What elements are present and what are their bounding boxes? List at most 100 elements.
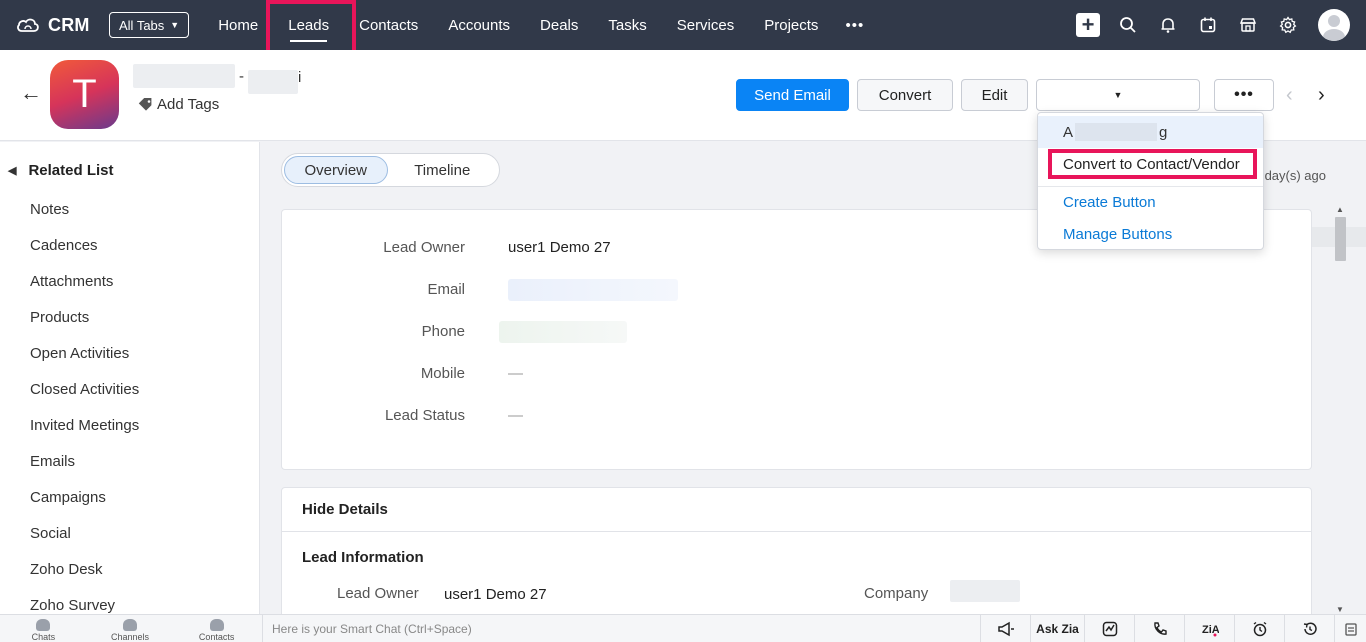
related-list-title: Related List	[28, 162, 114, 179]
collapse-sidebar-icon[interactable]: ◀	[8, 164, 16, 177]
scroll-thumb[interactable]	[1335, 217, 1346, 261]
zia-voice-button[interactable]: ZiA	[1184, 615, 1234, 642]
company-value-redacted[interactable]	[950, 580, 1020, 602]
all-tabs-label: All Tabs	[119, 17, 165, 33]
tab-services[interactable]: Services	[662, 0, 750, 50]
bottom-right-tools: Ask Zia ZiA	[980, 615, 1366, 642]
top-navigation-bar: CRM All Tabs ▼ Home Leads Contacts Accou…	[0, 0, 1366, 50]
marketplace-button[interactable]	[1228, 0, 1268, 50]
bottom-left-shortcuts: Chats Channels Contacts	[0, 615, 260, 642]
menu-item-create-button[interactable]: Create Button	[1038, 186, 1263, 218]
tab-projects[interactable]: Projects	[749, 0, 833, 50]
tab-accounts[interactable]: Accounts	[433, 0, 525, 50]
sidebar-item-cadences[interactable]: Cadences	[30, 227, 139, 263]
back-arrow-icon[interactable]: ←	[20, 80, 42, 106]
company-label: Company	[864, 585, 929, 602]
chart-icon	[1102, 621, 1117, 637]
next-record-chevron-icon[interactable]: ›	[1318, 84, 1325, 107]
field-label: Email	[427, 281, 465, 298]
main-scrollbar[interactable]: ▲ ▼	[1333, 203, 1348, 614]
tab-tasks[interactable]: Tasks	[593, 0, 661, 50]
sidebar-item-campaigns[interactable]: Campaigns	[30, 479, 139, 515]
phone-value-redacted[interactable]	[499, 321, 627, 343]
more-actions-button[interactable]: •••	[1214, 79, 1274, 111]
related-list-header[interactable]: ◀ Related List	[8, 162, 114, 179]
calendar-button[interactable]	[1188, 0, 1228, 50]
tab-home[interactable]: Home	[203, 0, 273, 50]
menu-item-convert-to-contact-vendor[interactable]: Convert to Contact/Vendor	[1038, 148, 1263, 180]
all-tabs-dropdown[interactable]: All Tabs ▼	[109, 12, 190, 38]
reminders-button[interactable]	[1234, 615, 1284, 642]
tab-leads[interactable]: Leads	[273, 0, 344, 50]
sidebar-item-notes[interactable]: Notes	[30, 191, 139, 227]
sidebar-item-closed-activities[interactable]: Closed Activities	[30, 371, 139, 407]
sidebar-item-invited-meetings[interactable]: Invited Meetings	[30, 407, 139, 443]
field-value[interactable]: user1 Demo 27	[508, 239, 611, 256]
record-name-tail: i	[298, 69, 302, 86]
tab-deals[interactable]: Deals	[525, 0, 593, 50]
divider	[282, 531, 1311, 532]
send-email-button[interactable]: Send Email	[736, 79, 849, 111]
sidebar-item-emails[interactable]: Emails	[30, 443, 139, 479]
bottom-bar: Chats Channels Contacts Here is your Sma…	[0, 614, 1366, 642]
profile-avatar[interactable]	[1318, 9, 1350, 41]
sidebar-item-zoho-desk[interactable]: Zoho Desk	[30, 551, 139, 587]
chats-shortcut[interactable]: Chats	[0, 615, 87, 642]
bell-icon	[1161, 18, 1175, 33]
add-tags-label: Add Tags	[157, 96, 220, 113]
add-tags-button[interactable]: Add Tags	[137, 96, 219, 113]
notes-button[interactable]	[1334, 615, 1366, 642]
analytics-button[interactable]	[1084, 615, 1134, 642]
phone-icon	[1153, 622, 1167, 635]
top-right-icons: +	[1068, 0, 1366, 50]
record-company-redacted	[248, 70, 298, 94]
contacts-shortcut[interactable]: Contacts	[173, 615, 260, 642]
sidebar-item-zoho-survey[interactable]: Zoho Survey	[30, 587, 139, 614]
announcement-button[interactable]	[980, 615, 1030, 642]
alarm-clock-icon	[1253, 621, 1266, 637]
custom-action-menu: A g Convert to Contact/Vendor Create But…	[1037, 112, 1264, 250]
previous-record-chevron-icon[interactable]: ‹	[1286, 84, 1293, 107]
field-row-lead-status: Lead Status —	[282, 407, 1311, 427]
tab-timeline[interactable]: Timeline	[388, 156, 497, 184]
ask-zia-button[interactable]: Ask Zia	[1030, 615, 1084, 642]
channels-shortcut[interactable]: Channels	[87, 615, 174, 642]
sidebar-item-attachments[interactable]: Attachments	[30, 263, 139, 299]
convert-button[interactable]: Convert	[857, 79, 953, 111]
scroll-up-arrow-icon[interactable]: ▲	[1336, 205, 1344, 214]
recent-items-button[interactable]	[1284, 615, 1334, 642]
field-label: Lead Status	[384, 407, 465, 424]
crm-logo[interactable]: CRM	[16, 15, 104, 36]
field-value[interactable]: —	[508, 365, 523, 382]
scroll-down-arrow-icon[interactable]: ▼	[1336, 605, 1344, 614]
lead-owner-value[interactable]: user1 Demo 27	[444, 586, 547, 603]
create-button[interactable]: +	[1068, 0, 1108, 50]
menu-item-manage-buttons[interactable]: Manage Buttons	[1038, 218, 1263, 250]
sidebar-item-products[interactable]: Products	[30, 299, 139, 335]
field-value[interactable]: —	[508, 407, 523, 424]
zia-icon: ZiA	[1202, 624, 1219, 637]
menu-item-redacted-action[interactable]: A g	[1038, 116, 1263, 148]
custom-action-dropdown-toggle[interactable]: ▼	[1037, 80, 1199, 110]
notepad-icon	[1344, 623, 1357, 636]
smart-chat-input[interactable]: Here is your Smart Chat (Ctrl+Space)	[262, 615, 982, 642]
sidebar-item-social[interactable]: Social	[30, 515, 139, 551]
plus-icon: +	[1076, 13, 1100, 37]
edit-button[interactable]: Edit	[961, 79, 1028, 111]
menu-item-label: Convert to Contact/Vendor	[1063, 155, 1240, 173]
view-tabs: Overview Timeline	[281, 153, 500, 187]
email-value-redacted[interactable]	[508, 279, 678, 301]
settings-button[interactable]	[1268, 0, 1308, 50]
lead-owner-label: Lead Owner	[337, 585, 419, 602]
caret-down-icon: ▼	[170, 20, 180, 30]
hide-details-toggle[interactable]: Hide Details	[302, 501, 388, 518]
call-button[interactable]	[1134, 615, 1184, 642]
tab-overview[interactable]: Overview	[284, 156, 388, 184]
sidebar-item-open-activities[interactable]: Open Activities	[30, 335, 139, 371]
field-label: Mobile	[420, 365, 465, 382]
custom-action-split-button: ▼	[1036, 79, 1366, 247]
more-tabs-button[interactable]: •••	[833, 0, 876, 50]
tab-contacts[interactable]: Contacts	[344, 0, 433, 50]
notifications-button[interactable]	[1148, 0, 1188, 50]
search-button[interactable]	[1108, 0, 1148, 50]
